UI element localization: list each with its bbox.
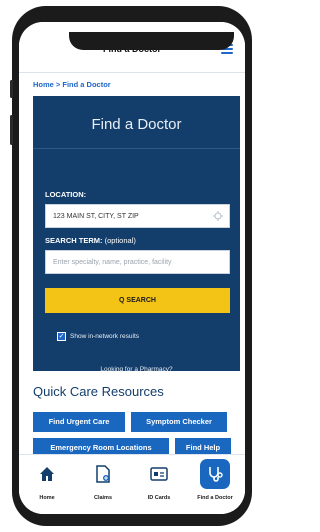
home-icon (40, 467, 54, 481)
in-network-checkbox[interactable]: ✓ (57, 332, 66, 341)
phone-notch (69, 32, 234, 50)
phone-volume-button (10, 115, 13, 145)
nav-home-label: Home (39, 495, 55, 501)
nav-id-cards-label: ID Cards (147, 495, 171, 501)
symptom-checker-button[interactable]: Symptom Checker (131, 412, 227, 432)
in-network-label: Show in-network results (70, 333, 139, 340)
panel-divider (33, 148, 240, 149)
location-input[interactable]: 123 MAIN ST, CITY, ST ZIP (45, 204, 230, 228)
pharmacy-link[interactable]: Looking for a Pharmacy? (33, 366, 240, 373)
find-urgent-care-button[interactable]: Find Urgent Care (33, 412, 125, 432)
claims-document-icon (96, 465, 110, 483)
location-label: LOCATION: (45, 190, 87, 199)
location-value: 123 MAIN ST, CITY, ST ZIP (53, 213, 139, 220)
header-divider (19, 72, 245, 73)
panel-title: Find a Doctor (91, 116, 182, 133)
locate-crosshair-icon[interactable] (213, 211, 223, 221)
stethoscope-icon (209, 467, 223, 482)
breadcrumb[interactable]: Home > Find a Doctor (33, 80, 111, 89)
search-term-optional: (optional) (104, 236, 136, 245)
nav-find-doctor[interactable]: Find a Doctor (187, 455, 243, 514)
bottom-nav: Home Claims ID Cards Find a Doctor (19, 454, 245, 514)
nav-id-cards[interactable]: ID Cards (131, 455, 187, 514)
quick-care-title: Quick Care Resources (33, 384, 164, 399)
phone-side-button (10, 80, 13, 98)
id-card-icon (150, 467, 168, 481)
phone-screen: Find a Doctor Home > Find a Doctor Find … (19, 22, 245, 514)
nav-claims-label: Claims (93, 495, 113, 501)
search-term-label-text: SEARCH TERM: (45, 236, 103, 245)
nav-home[interactable]: Home (19, 455, 75, 514)
search-button[interactable]: Q SEARCH (45, 288, 230, 313)
search-term-placeholder: Enter specialty, name, practice, facilit… (53, 259, 172, 266)
search-term-label: SEARCH TERM: (optional) (45, 236, 136, 245)
find-doctor-panel: Find a Doctor LOCATION: 123 MAIN ST, CIT… (33, 96, 240, 373)
nav-find-doctor-label: Find a Doctor (197, 495, 233, 501)
search-term-input[interactable]: Enter specialty, name, practice, facilit… (45, 250, 230, 274)
nav-claims[interactable]: Claims (75, 455, 131, 514)
